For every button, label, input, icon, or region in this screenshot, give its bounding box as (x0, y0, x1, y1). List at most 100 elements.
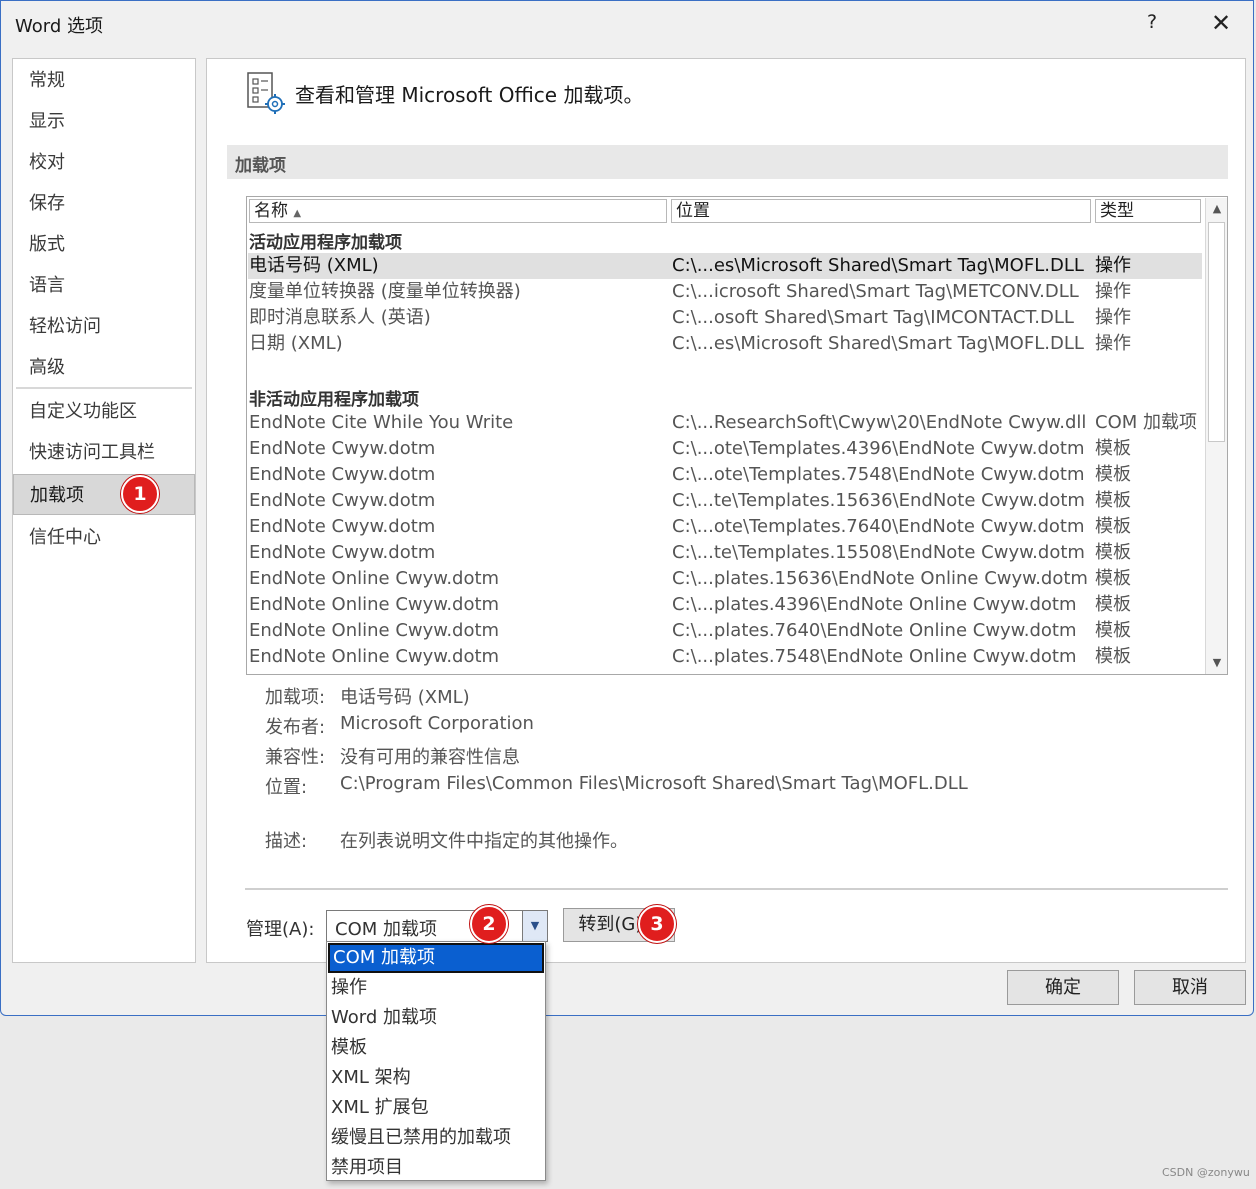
row-location: C:\...plates.7548\EndNote Online Cwyw.do… (672, 646, 1077, 667)
row-name: EndNote Cwyw.dotm (249, 438, 436, 459)
row-location: C:\...es\Microsoft Shared\Smart Tag\MOFL… (672, 255, 1084, 276)
table-row[interactable]: EndNote Online Cwyw.dotm C:\...plates.75… (248, 644, 1202, 670)
addins-panel: 查看和管理 Microsoft Office 加载项。 加载项 名称 ▲ 位置 … (206, 58, 1246, 963)
nav-item-general[interactable]: 常规 (13, 60, 195, 101)
nav-separator (16, 387, 192, 389)
row-location: C:\...plates.15636\EndNote Online Cwyw.d… (672, 568, 1088, 589)
table-row[interactable]: EndNote Cite While You Write C:\...Resea… (248, 410, 1202, 436)
dropdown-option-templates[interactable]: 模板 (328, 1033, 544, 1063)
dropdown-option-com[interactable]: COM 加载项 (328, 943, 544, 973)
table-row[interactable]: 电话号码 (XML) C:\...es\Microsoft Shared\Sma… (248, 253, 1202, 279)
detail-addin-value: 电话号码 (XML) (340, 687, 470, 708)
table-row[interactable]: EndNote Cwyw.dotm C:\...ote\Templates.75… (248, 462, 1202, 488)
watermark: CSDN @zonywu (1162, 1166, 1250, 1179)
table-row[interactable]: EndNote Online Cwyw.dotm C:\...plates.43… (248, 592, 1202, 618)
row-type: 模板 (1095, 542, 1131, 563)
row-type: 模板 (1095, 490, 1131, 511)
table-row[interactable]: 度量单位转换器 (度量单位转换器) C:\...icrosoft Shared\… (248, 279, 1202, 305)
column-header-location[interactable]: 位置 (671, 199, 1091, 223)
step-badge-2: 2 (470, 905, 508, 943)
detail-description-value: 在列表说明文件中指定的其他操作。 (340, 831, 628, 852)
row-type: 操作 (1095, 255, 1131, 276)
inactive-group-heading: 非活动应用程序加载项 (249, 390, 419, 410)
row-name: EndNote Online Cwyw.dotm (249, 594, 500, 615)
row-location: C:\...te\Templates.15508\EndNote Cwyw.do… (672, 542, 1085, 563)
nav-item-quick-access-toolbar[interactable]: 快速访问工具栏 (13, 432, 195, 473)
row-location: C:\...plates.4396\EndNote Online Cwyw.do… (672, 594, 1077, 615)
row-location: C:\...ote\Templates.7640\EndNote Cwyw.do… (672, 516, 1085, 537)
column-header-name[interactable]: 名称 ▲ (249, 199, 667, 223)
row-type: 模板 (1095, 516, 1131, 537)
detail-publisher-value: Microsoft Corporation (340, 713, 534, 734)
manage-label: 管理(A): (246, 919, 315, 940)
row-name: EndNote Online Cwyw.dotm (249, 646, 500, 667)
table-row[interactable]: EndNote Online Cwyw.dotm C:\...plates.76… (248, 618, 1202, 644)
row-location: C:\...te\Templates.15636\EndNote Cwyw.do… (672, 490, 1085, 511)
row-name: EndNote Cite While You Write (249, 412, 514, 433)
column-header-type[interactable]: 类型 (1095, 199, 1201, 223)
ok-button[interactable]: 确定 (1007, 970, 1119, 1005)
row-type: 操作 (1095, 307, 1131, 328)
row-name: 即时消息联系人 (英语) (249, 307, 431, 328)
detail-location-label: 位置: (265, 777, 308, 798)
table-row[interactable]: EndNote Online Cwyw.dotm C:\...plates.15… (248, 566, 1202, 592)
cancel-button[interactable]: 取消 (1134, 970, 1246, 1005)
dropdown-option-word-addins[interactable]: Word 加载项 (328, 1003, 544, 1033)
manage-dropdown-list[interactable]: COM 加载项 操作 Word 加载项 模板 XML 架构 XML 扩展包 缓慢… (326, 941, 546, 1181)
manage-select[interactable]: COM 加载项 ▼ (326, 910, 548, 942)
scroll-down-icon[interactable]: ▼ (1206, 652, 1227, 674)
row-name: EndNote Cwyw.dotm (249, 542, 436, 563)
table-row[interactable]: EndNote Cwyw.dotm C:\...ote\Templates.76… (248, 514, 1202, 540)
row-location: C:\...ResearchSoft\Cwyw\20\EndNote Cwyw.… (672, 412, 1087, 433)
nav-item-accessibility[interactable]: 轻松访问 (13, 306, 195, 347)
category-nav: 常规 显示 校对 保存 版式 语言 轻松访问 高级 自定义功能区 快速访问工具栏… (12, 58, 196, 963)
nav-item-save[interactable]: 保存 (13, 183, 195, 224)
detail-publisher-label: 发布者: (265, 717, 326, 738)
nav-item-language[interactable]: 语言 (13, 265, 195, 306)
table-row[interactable]: 日期 (XML) C:\...es\Microsoft Shared\Smart… (248, 331, 1202, 357)
row-location: C:\...ote\Templates.7548\EndNote Cwyw.do… (672, 464, 1085, 485)
row-location: C:\...plates.7640\EndNote Online Cwyw.do… (672, 620, 1077, 641)
nav-item-addins[interactable]: 加载项 (13, 474, 195, 515)
row-location: C:\...ote\Templates.4396\EndNote Cwyw.do… (672, 438, 1085, 459)
sort-ascending-icon: ▲ (293, 208, 302, 219)
help-button[interactable]: ? (1141, 11, 1163, 35)
chevron-down-icon[interactable]: ▼ (522, 911, 547, 941)
row-name: EndNote Online Cwyw.dotm (249, 620, 500, 641)
row-type: 模板 (1095, 594, 1131, 615)
step-badge-1: 1 (121, 475, 159, 513)
row-location: C:\...osoft Shared\Smart Tag\IMCONTACT.D… (672, 307, 1074, 328)
dropdown-option-actions[interactable]: 操作 (328, 973, 544, 1003)
row-type: 操作 (1095, 281, 1131, 302)
close-button[interactable]: ✕ (1207, 9, 1235, 37)
table-row[interactable]: 即时消息联系人 (英语) C:\...osoft Shared\Smart Ta… (248, 305, 1202, 331)
addins-list[interactable]: 名称 ▲ 位置 类型 活动应用程序加载项 电话号码 (XML) C:\...es… (246, 196, 1228, 675)
section-header: 加载项 (227, 145, 1228, 179)
row-type: 模板 (1095, 646, 1131, 667)
row-type: 模板 (1095, 464, 1131, 485)
dropdown-option-slow-disabled[interactable]: 缓慢且已禁用的加载项 (328, 1123, 544, 1153)
row-location: C:\...es\Microsoft Shared\Smart Tag\MOFL… (672, 333, 1084, 354)
list-scrollbar[interactable]: ▲ ▼ (1205, 198, 1227, 674)
nav-item-display[interactable]: 显示 (13, 101, 195, 142)
scroll-thumb[interactable] (1208, 222, 1225, 442)
dropdown-option-xml-schema[interactable]: XML 架构 (328, 1063, 544, 1093)
nav-item-customize-ribbon[interactable]: 自定义功能区 (13, 391, 195, 432)
addins-settings-icon (247, 72, 285, 114)
nav-item-proofing[interactable]: 校对 (13, 142, 195, 183)
nav-item-advanced[interactable]: 高级 (13, 347, 195, 388)
row-name: 日期 (XML) (249, 333, 343, 354)
dropdown-option-xml-expansion[interactable]: XML 扩展包 (328, 1093, 544, 1123)
window-title: Word 选项 (15, 16, 103, 37)
row-location: C:\...icrosoft Shared\Smart Tag\METCONV.… (672, 281, 1079, 302)
nav-item-layout[interactable]: 版式 (13, 224, 195, 265)
table-row[interactable]: EndNote Cwyw.dotm C:\...te\Templates.156… (248, 488, 1202, 514)
divider (245, 888, 1228, 890)
dropdown-option-disabled-items[interactable]: 禁用项目 (328, 1153, 544, 1183)
manage-selected-value: COM 加载项 (335, 919, 437, 940)
table-row[interactable]: EndNote Cwyw.dotm C:\...ote\Templates.43… (248, 436, 1202, 462)
table-row[interactable]: EndNote Cwyw.dotm C:\...te\Templates.155… (248, 540, 1202, 566)
nav-item-trust-center[interactable]: 信任中心 (13, 517, 195, 558)
row-name: 度量单位转换器 (度量单位转换器) (249, 281, 521, 302)
scroll-up-icon[interactable]: ▲ (1206, 198, 1227, 220)
